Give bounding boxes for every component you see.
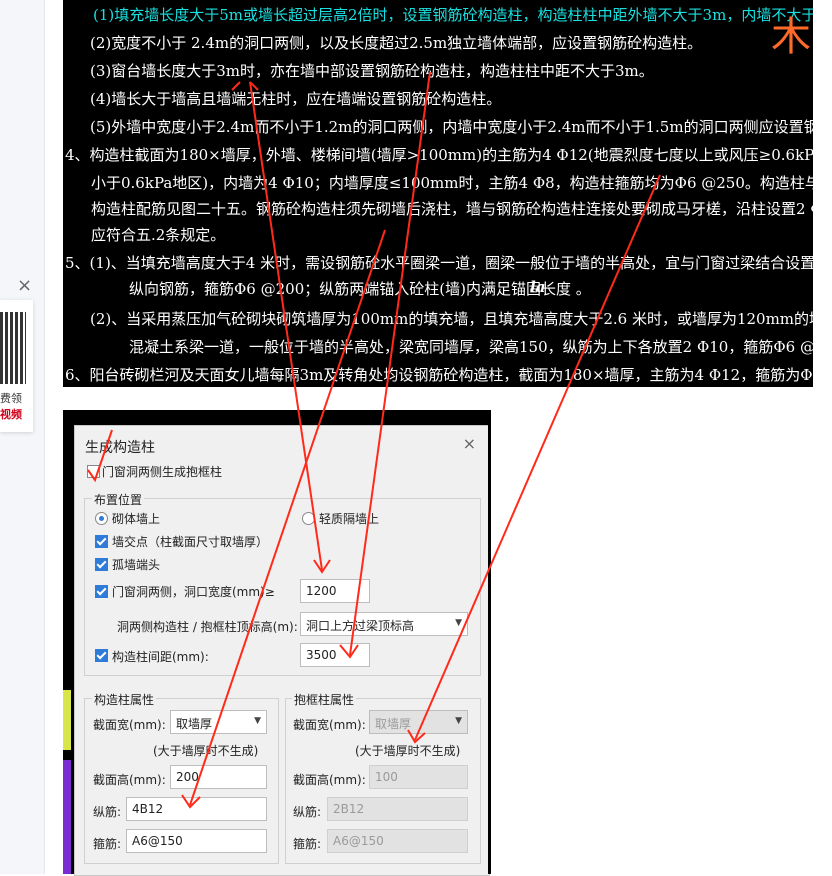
arrow-to-column-spacing (349, 71, 431, 656)
annotation-overlay (87, 71, 661, 809)
check-mark (87, 429, 113, 483)
arrow-to-long-bar (189, 229, 386, 806)
arrow-to-opening-width (249, 81, 323, 571)
arrowhead (339, 644, 359, 659)
arrow-tail (231, 81, 259, 91)
annotation-arrows (87, 71, 661, 809)
arrow-to-frame-width-note (414, 174, 661, 741)
